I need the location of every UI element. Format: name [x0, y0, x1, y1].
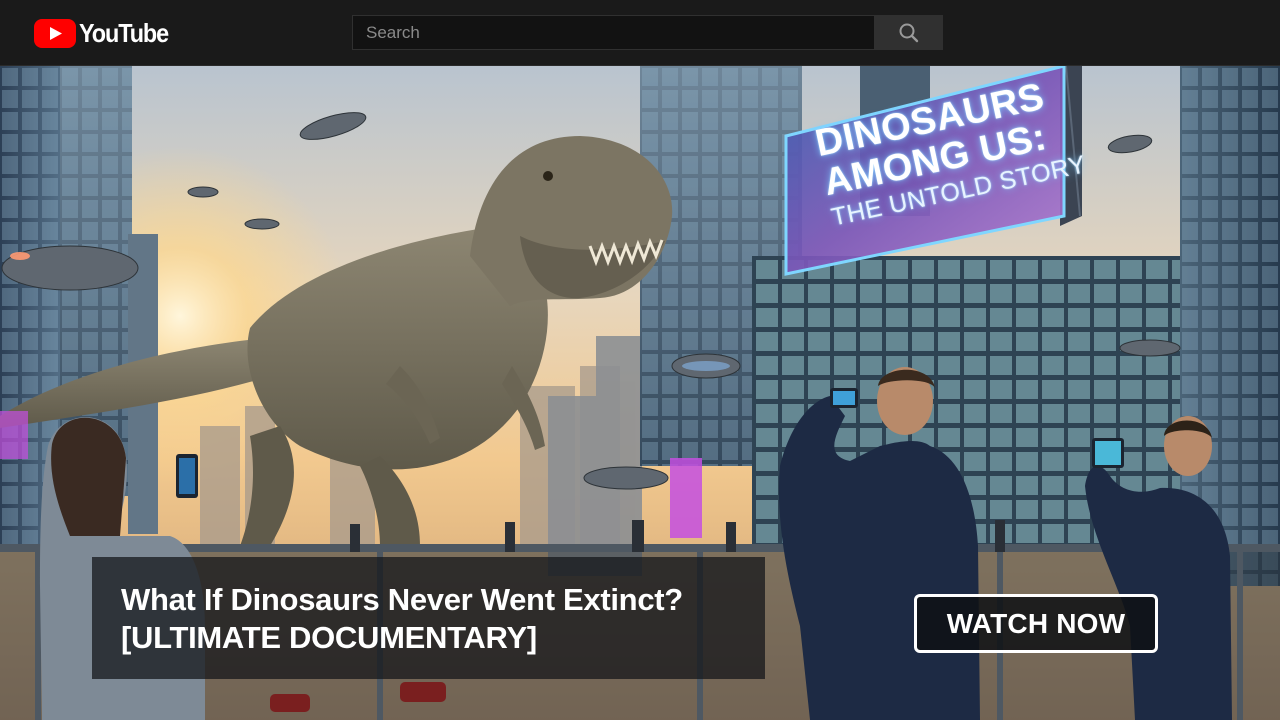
- video-thumbnail[interactable]: DINOSAURS AMONG US: THE UNTOLD STORY Wha…: [0, 66, 1280, 720]
- video-title[interactable]: What If Dinosaurs Never Went Extinct? [U…: [121, 581, 761, 657]
- youtube-logo[interactable]: YouTube: [34, 18, 178, 48]
- video-title-box: What If Dinosaurs Never Went Extinct? [U…: [92, 557, 765, 679]
- search-icon: [899, 23, 918, 42]
- search-button[interactable]: [874, 15, 943, 50]
- watch-now-button[interactable]: WATCH NOW: [914, 594, 1158, 653]
- search-input[interactable]: [352, 15, 874, 50]
- logo-text: YouTube: [79, 18, 169, 48]
- youtube-page: YouTube Search DINOSAURS AMONG US: THE U…: [0, 0, 1280, 720]
- video-title-line-1: What If Dinosaurs Never Went Extinct?: [121, 582, 683, 617]
- youtube-play-icon: [34, 18, 76, 48]
- video-title-line-2: [ULTIMATE DOCUMENTARY]: [121, 620, 537, 655]
- search-bar: [352, 15, 943, 50]
- top-bar: YouTube: [0, 0, 1280, 66]
